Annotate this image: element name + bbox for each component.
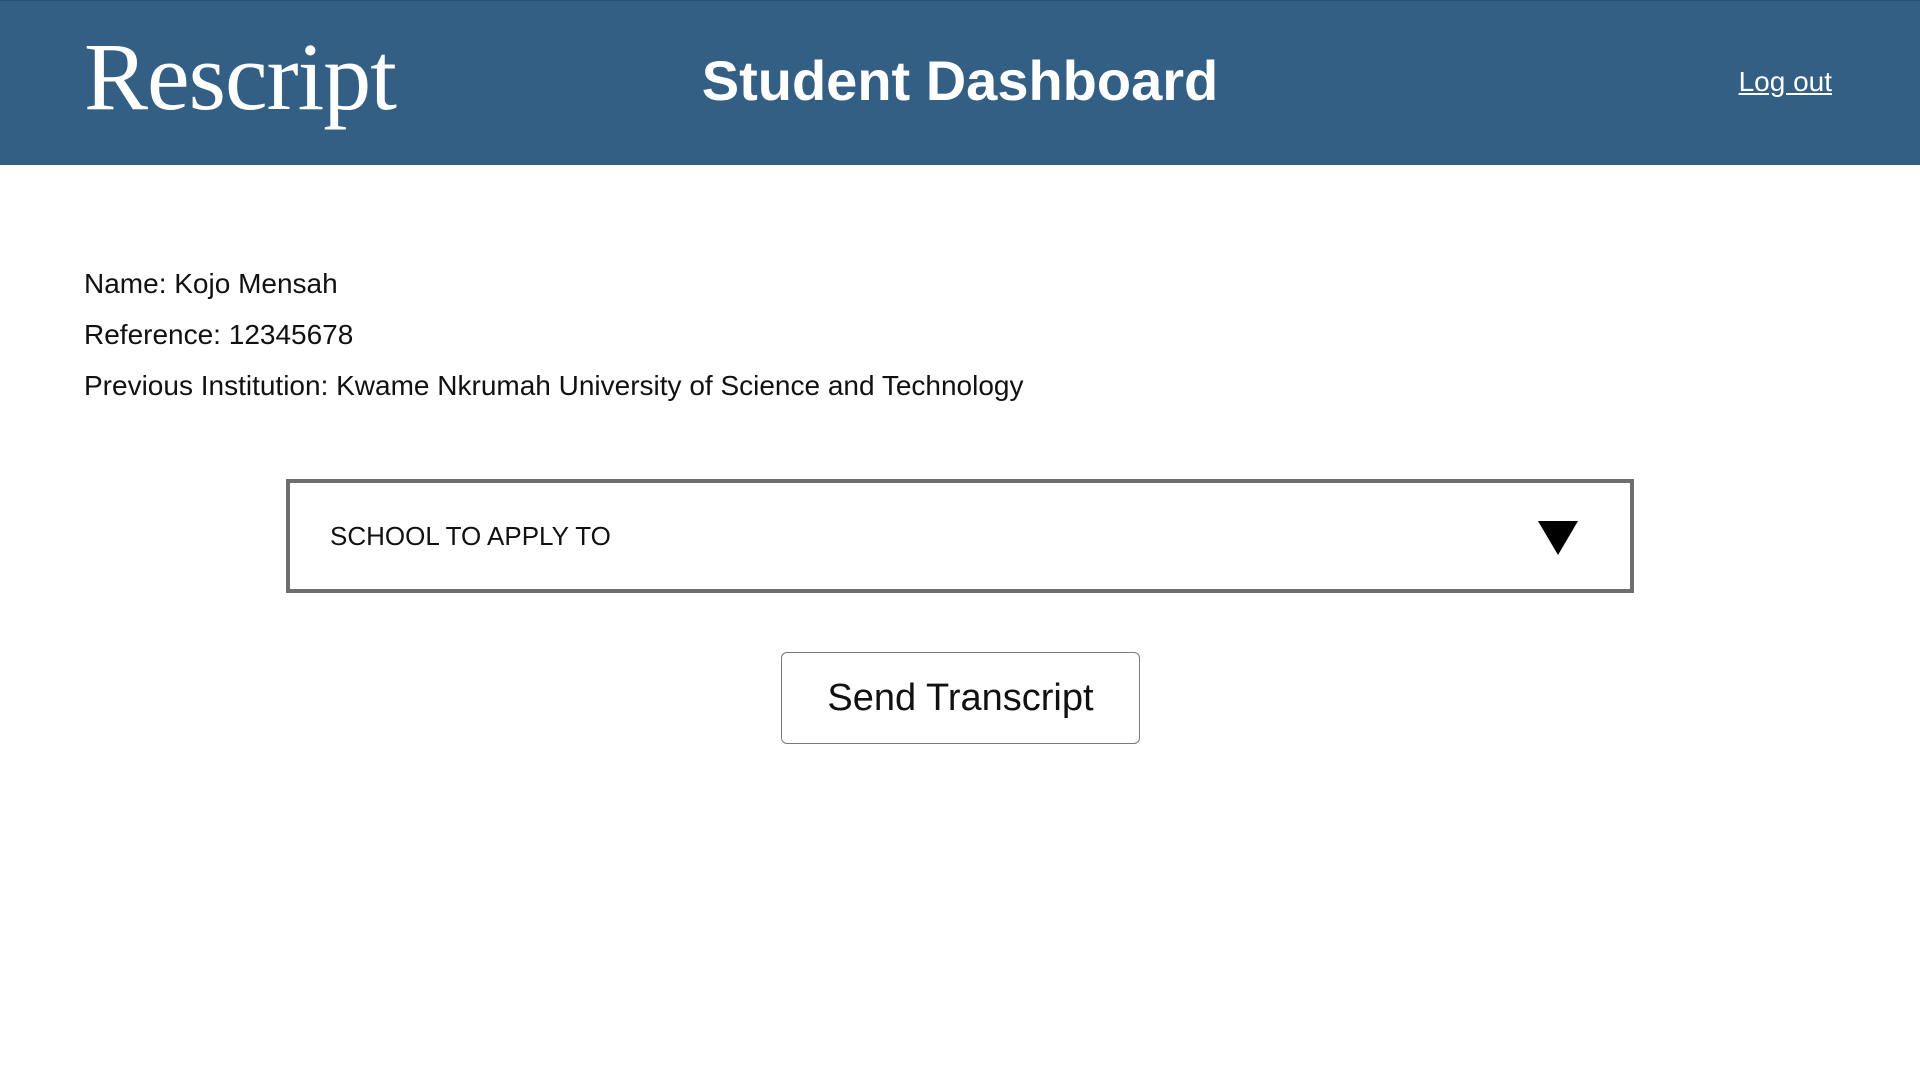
page-title: Student Dashboard bbox=[701, 49, 1219, 112]
send-transcript-button[interactable]: Send Transcript bbox=[781, 652, 1140, 744]
school-select-value: SCHOOL TO APPLY TO bbox=[330, 521, 611, 551]
school-select-dropdown[interactable]: SCHOOL TO APPLY TO bbox=[286, 479, 1634, 593]
logout-link[interactable]: Log out bbox=[1739, 68, 1832, 96]
previous-institution: Previous Institution: Kwame Nkrumah Univ… bbox=[84, 370, 1024, 401]
chevron-down-icon bbox=[1538, 521, 1578, 555]
student-name: Name: Kojo Mensah bbox=[84, 268, 338, 299]
app-header: Rescript Student Dashboard Log out bbox=[0, 0, 1920, 165]
app-logo: Rescript bbox=[84, 23, 397, 130]
student-reference: Reference: 12345678 bbox=[84, 319, 354, 350]
student-info: Name: Kojo Mensah Reference: 12345678 Pr… bbox=[84, 258, 1024, 411]
